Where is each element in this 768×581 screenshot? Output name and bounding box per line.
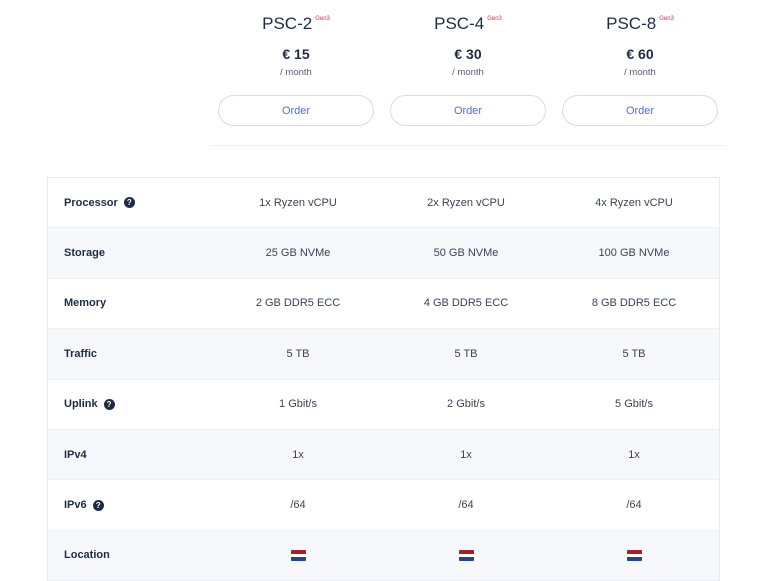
plan-title: PSC-4 Gen3 bbox=[382, 14, 554, 34]
spec-row-processor: Processor? 1x Ryzen vCPU 2x Ryzen vCPU 4x R… bbox=[48, 178, 719, 229]
plan-name: PSC-2 bbox=[262, 14, 313, 33]
netherlands-flag-icon bbox=[626, 549, 642, 561]
spec-value: 2x Ryzen vCPU bbox=[427, 196, 505, 209]
spec-label-text: Storage bbox=[64, 247, 105, 260]
spec-label: IPv4 bbox=[64, 430, 87, 479]
help-icon[interactable]: ? bbox=[123, 197, 135, 209]
spec-label: Uplink? bbox=[64, 380, 115, 429]
spec-value: 4x Ryzen vCPU bbox=[595, 196, 673, 209]
spec-value: 50 GB NVMe bbox=[433, 247, 499, 260]
spec-value: 4 GB DDR5 ECC bbox=[423, 297, 509, 310]
spec-value: 1x bbox=[460, 448, 472, 461]
help-icon[interactable]: ? bbox=[92, 499, 104, 511]
plan-period: / month bbox=[280, 67, 312, 78]
spec-row-ipv4: IPv4 1x 1x 1x bbox=[48, 429, 719, 481]
spec-label-text: Uplink bbox=[64, 398, 98, 411]
spec-label-text: IPv4 bbox=[64, 448, 87, 461]
plan-header: PSC-2 Gen3 € 15 / month Order PSC-4 Gen3 €… bbox=[210, 0, 726, 146]
spec-label: Location bbox=[64, 531, 110, 580]
spec-value: 5 Gbit/s bbox=[615, 398, 653, 411]
order-button-psc-4[interactable]: Order bbox=[390, 95, 546, 126]
spec-label-text: IPv6 bbox=[64, 499, 87, 512]
spec-label-text: Traffic bbox=[64, 347, 98, 360]
location-cell bbox=[550, 531, 718, 580]
location-cell bbox=[214, 531, 382, 580]
spec-value: 5 TB bbox=[622, 347, 646, 360]
spec-value: 1x bbox=[628, 448, 640, 461]
spec-value: /64 bbox=[626, 499, 642, 512]
plan-period: / month bbox=[452, 67, 484, 78]
gen-badge: Gen3 bbox=[487, 16, 502, 22]
plan-title: PSC-2 Gen3 bbox=[210, 14, 382, 34]
help-icon[interactable]: ? bbox=[103, 398, 115, 410]
plan-price: € 30 bbox=[454, 46, 482, 62]
spec-table: Processor? 1x Ryzen vCPU 2x Ryzen vCPU 4x R… bbox=[47, 177, 720, 581]
spec-row-uplink: Uplink? 1 Gbit/s 2 Gbit/s 5 Gbit/s bbox=[48, 380, 719, 430]
netherlands-flag-icon bbox=[458, 549, 474, 561]
spec-label: Processor? bbox=[64, 178, 135, 227]
spec-label-text: Processor bbox=[64, 196, 118, 209]
spec-value: 8 GB DDR5 ECC bbox=[591, 297, 677, 310]
plan-title: PSC-8 Gen3 bbox=[554, 14, 726, 34]
gen-badge: Gen3 bbox=[659, 16, 674, 22]
plan-name: PSC-8 bbox=[606, 14, 657, 33]
spec-value: 100 GB NVMe bbox=[598, 247, 670, 260]
plan-period: / month bbox=[624, 67, 656, 78]
spec-value: 25 GB NVMe bbox=[265, 247, 331, 260]
spec-row-memory: Memory 2 GB DDR5 ECC 4 GB DDR5 ECC 8 GB DDR… bbox=[48, 279, 719, 330]
spec-row-ipv6: IPv6? /64/64/64 bbox=[48, 480, 719, 531]
spec-value: 5 TB bbox=[454, 347, 478, 360]
plan-name: PSC-4 bbox=[434, 14, 485, 33]
spec-value: 5 TB bbox=[286, 347, 310, 360]
spec-value: /64 bbox=[458, 499, 474, 512]
spec-row-traffic: Traffic 5 TB 5 TB 5 TB bbox=[48, 329, 719, 380]
spec-row-storage: Storage 25 GB NVMe 50 GB NVMe 100 GB NVMe bbox=[48, 228, 719, 279]
spec-value: /64 bbox=[290, 499, 306, 512]
spec-label-text: Location bbox=[64, 549, 110, 562]
plan-price: € 15 bbox=[282, 46, 310, 62]
spec-label: IPv6? bbox=[64, 480, 104, 529]
plan-price: € 60 bbox=[626, 46, 654, 62]
spec-value: 2 GB DDR5 ECC bbox=[255, 297, 341, 310]
spec-value: 1x bbox=[292, 448, 304, 461]
spec-label: Memory bbox=[64, 279, 106, 328]
netherlands-flag-icon bbox=[290, 549, 306, 561]
spec-value: 1 Gbit/s bbox=[279, 398, 317, 411]
order-button-psc-8[interactable]: Order bbox=[562, 95, 718, 126]
gen-badge: Gen3 bbox=[315, 16, 330, 22]
spec-label: Storage bbox=[64, 228, 105, 277]
spec-value: 2 Gbit/s bbox=[447, 398, 485, 411]
order-button-psc-2[interactable]: Order bbox=[218, 95, 374, 126]
spec-row-location: Location bbox=[48, 530, 719, 581]
spec-label-text: Memory bbox=[64, 297, 107, 310]
spec-value: 1x Ryzen vCPU bbox=[259, 196, 337, 209]
spec-label: Traffic bbox=[64, 329, 97, 378]
location-cell bbox=[382, 531, 550, 580]
